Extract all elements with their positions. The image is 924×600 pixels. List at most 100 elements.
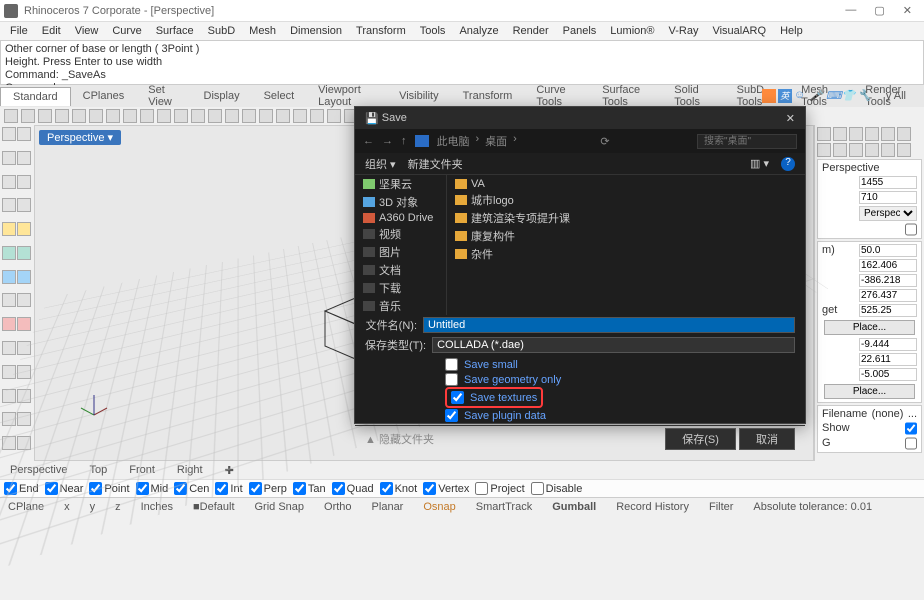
prop-z[interactable] — [859, 289, 917, 302]
status-planar[interactable]: Planar — [368, 501, 408, 513]
prop-width[interactable] — [859, 176, 917, 189]
organize-button[interactable]: 组织 ▾ — [365, 156, 396, 172]
tool-icon[interactable] — [259, 109, 273, 123]
tool-icon[interactable] — [2, 175, 16, 189]
status-gumball[interactable]: Gumball — [548, 501, 600, 513]
gray-checkbox[interactable] — [905, 437, 917, 450]
osnap-knot[interactable]: Knot — [380, 482, 418, 495]
new-folder-button[interactable]: 新建文件夹 — [408, 156, 463, 172]
panel-icon[interactable] — [833, 127, 847, 141]
osnap-perp[interactable]: Perp — [249, 482, 287, 495]
osnap-vertex[interactable]: Vertex — [423, 482, 469, 495]
show-checkbox[interactable] — [905, 422, 917, 435]
emoji-icon[interactable]: ☺ — [794, 89, 808, 103]
tool-icon[interactable] — [2, 293, 16, 307]
keyboard-icon[interactable]: ⌨ — [826, 89, 840, 103]
prop-lens[interactable] — [859, 244, 917, 257]
tool-icon[interactable] — [17, 222, 31, 236]
close-button[interactable]: ✕ — [903, 4, 912, 17]
tool-icon[interactable] — [2, 317, 16, 331]
nav-back-icon[interactable]: ← — [363, 135, 374, 147]
tool-icon[interactable] — [2, 151, 16, 165]
tool-icon[interactable] — [191, 109, 205, 123]
status-ortho[interactable]: Ortho — [320, 501, 356, 513]
menu-mesh[interactable]: Mesh — [243, 25, 282, 37]
view-icon[interactable]: ▥ ▾ — [750, 157, 769, 170]
tab-transform[interactable]: Transform — [451, 87, 525, 105]
tool-icon[interactable] — [17, 317, 31, 331]
place-button-2[interactable]: Place... — [824, 384, 915, 399]
menu-vray[interactable]: V-Ray — [662, 25, 704, 37]
prop-y[interactable] — [859, 274, 917, 287]
minimize-button[interactable]: — — [845, 4, 856, 17]
tool-icon[interactable] — [327, 109, 341, 123]
menu-curve[interactable]: Curve — [106, 25, 147, 37]
tool-icon[interactable] — [17, 175, 31, 189]
status-record[interactable]: Record History — [612, 501, 693, 513]
tab-visibility[interactable]: Visibility — [387, 87, 451, 105]
nav-up-icon[interactable]: ↑ — [401, 135, 407, 147]
menu-file[interactable]: File — [4, 25, 34, 37]
filename-input[interactable]: Untitled — [423, 317, 795, 333]
tool-icon[interactable] — [106, 109, 120, 123]
menu-edit[interactable]: Edit — [36, 25, 67, 37]
tool-icon[interactable] — [72, 109, 86, 123]
prop-height[interactable] — [859, 191, 917, 204]
sogou-icon[interactable] — [762, 89, 776, 103]
menu-render[interactable]: Render — [507, 25, 555, 37]
help-icon[interactable]: ? — [781, 157, 795, 171]
place-button[interactable]: Place... — [824, 320, 915, 335]
panel-icon[interactable] — [897, 143, 911, 157]
menu-view[interactable]: View — [69, 25, 105, 37]
prop-dz[interactable] — [859, 368, 917, 381]
menu-lumion[interactable]: Lumion® — [604, 25, 660, 37]
menu-help[interactable]: Help — [774, 25, 809, 37]
file-list[interactable]: VA 城市logo 建筑渲染专项提升课 康复构件 杂件 — [447, 175, 805, 315]
status-layer[interactable]: ■Default — [189, 501, 239, 513]
skin-icon[interactable]: 👕 — [842, 89, 856, 103]
tool-icon[interactable] — [21, 109, 35, 123]
tool-icon[interactable] — [157, 109, 171, 123]
panel-icon[interactable] — [817, 127, 831, 141]
panel-icon[interactable] — [849, 143, 863, 157]
prop-dy[interactable] — [859, 353, 917, 366]
prop-x[interactable] — [859, 259, 917, 272]
menu-dimension[interactable]: Dimension — [284, 25, 348, 37]
tool-icon[interactable] — [2, 198, 16, 212]
breadcrumb-item[interactable]: 桌面 — [485, 133, 507, 149]
close-icon[interactable]: ✕ — [786, 112, 795, 125]
tool-icon[interactable] — [17, 151, 31, 165]
dialog-header[interactable]: 💾 Save ✕ — [355, 107, 805, 129]
tool-icon[interactable] — [2, 127, 16, 141]
tool-icon[interactable] — [17, 293, 31, 307]
tool-icon[interactable] — [293, 109, 307, 123]
panel-icon[interactable] — [897, 127, 911, 141]
menu-subd[interactable]: SubD — [202, 25, 242, 37]
panel-icon[interactable] — [881, 143, 895, 157]
osnap-quad[interactable]: Quad — [332, 482, 374, 495]
filetype-select[interactable]: COLLADA (*.dae) — [432, 337, 795, 353]
tool-icon[interactable] — [2, 246, 16, 260]
tool-icon[interactable] — [89, 109, 103, 123]
nav-fwd-icon[interactable]: → — [382, 135, 393, 147]
command-area[interactable]: Other corner of base or length ( 3Point … — [0, 40, 924, 85]
tool-icon[interactable] — [2, 341, 16, 355]
status-filter[interactable]: Filter — [705, 501, 737, 513]
tab-standard[interactable]: Standard — [0, 87, 71, 106]
prop-dx[interactable] — [859, 338, 917, 351]
prop-checkbox[interactable] — [905, 223, 917, 236]
refresh-icon[interactable]: ⟳ — [600, 135, 609, 148]
folder-tree[interactable]: 坚果云 3D 对象 A360 Drive 视频 图片 文档 下载 音乐 桌面 — [355, 175, 447, 315]
osnap-project[interactable]: Project — [475, 482, 524, 495]
tab-cplanes[interactable]: CPlanes — [71, 87, 137, 105]
prop-projection[interactable]: Perspective — [859, 206, 917, 221]
menu-analyze[interactable]: Analyze — [453, 25, 504, 37]
tab-select[interactable]: Select — [252, 87, 307, 105]
lang-zh-icon[interactable]: 英 — [778, 89, 792, 103]
status-smarttrack[interactable]: SmartTrack — [472, 501, 536, 513]
cancel-button[interactable]: 取消 — [739, 428, 795, 450]
panel-icon[interactable] — [881, 127, 895, 141]
tool-icon[interactable] — [38, 109, 52, 123]
tool-icon[interactable] — [242, 109, 256, 123]
panel-icon[interactable] — [865, 143, 879, 157]
